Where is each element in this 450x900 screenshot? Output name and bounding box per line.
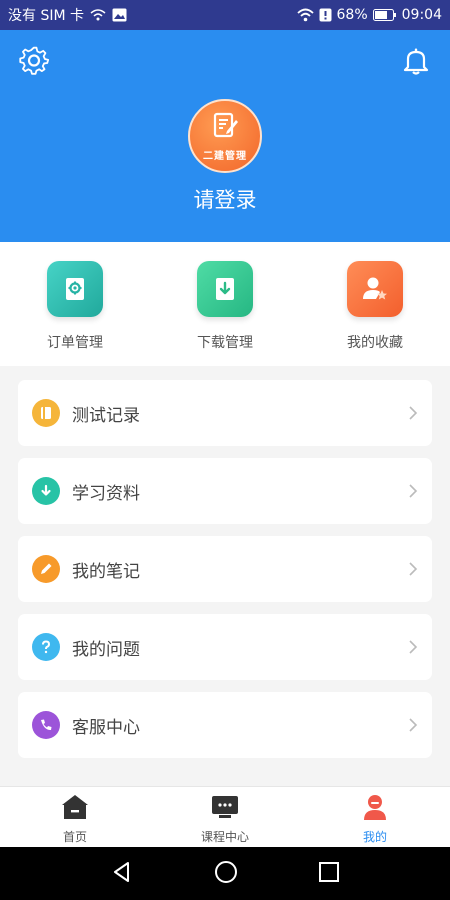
home-icon <box>60 793 90 825</box>
profile-icon <box>360 793 390 825</box>
download-management-button[interactable]: 下载管理 <box>150 242 300 366</box>
battery-percent: 68% <box>336 7 368 23</box>
phone-icon <box>32 711 60 739</box>
tab-course-center[interactable]: 课程中心 <box>150 787 300 847</box>
download-icon <box>197 261 253 317</box>
download-management-label: 下载管理 <box>197 335 253 351</box>
tab-home[interactable]: 首页 <box>0 787 150 847</box>
menu-label: 客服中心 <box>72 717 140 738</box>
order-management-label: 订单管理 <box>47 335 103 351</box>
notification-button[interactable] <box>399 46 433 80</box>
recents-icon[interactable] <box>318 861 340 887</box>
quick-actions: 订单管理 下载管理 我的收藏 <box>0 242 450 366</box>
menu-study-materials[interactable]: 学习资料 <box>18 458 432 524</box>
pencil-icon <box>32 555 60 583</box>
wifi-off-icon <box>90 8 106 22</box>
app-logo-icon <box>210 111 240 145</box>
clock: 09:04 <box>401 7 442 23</box>
bottom-tab-bar: 首页 课程中心 我的 <box>0 786 450 847</box>
tab-home-label: 首页 <box>62 830 87 844</box>
status-bar: 没有 SIM 卡 68% 09:04 <box>0 0 450 30</box>
my-favorites-label: 我的收藏 <box>347 335 403 351</box>
chevron-right-icon <box>408 405 418 421</box>
profile-header: 二建管理 请登录 <box>0 30 450 242</box>
settings-button[interactable] <box>17 46 51 80</box>
bell-icon <box>401 46 431 80</box>
home-circle-icon[interactable] <box>214 860 238 888</box>
chevron-right-icon <box>408 561 418 577</box>
tab-course-center-label: 课程中心 <box>200 830 249 844</box>
chevron-right-icon <box>408 717 418 733</box>
menu-test-records[interactable]: 测试记录 <box>18 380 432 446</box>
question-icon <box>32 633 60 661</box>
favorite-user-icon <box>347 261 403 317</box>
order-icon <box>47 261 103 317</box>
order-management-button[interactable]: 订单管理 <box>0 242 150 366</box>
carrier-text: 没有 SIM 卡 <box>8 8 84 24</box>
menu-label: 测试记录 <box>72 405 140 426</box>
login-link[interactable]: 请登录 <box>0 184 450 214</box>
menu-customer-service[interactable]: 客服中心 <box>18 692 432 758</box>
my-favorites-button[interactable]: 我的收藏 <box>300 242 450 366</box>
wifi-icon <box>296 8 314 22</box>
menu-my-questions[interactable]: 我的问题 <box>18 614 432 680</box>
avatar-logo-text: 二建管理 <box>203 150 247 162</box>
back-icon[interactable] <box>110 860 134 888</box>
chevron-right-icon <box>408 483 418 499</box>
course-icon <box>210 793 240 825</box>
image-icon <box>112 8 127 22</box>
battery-icon <box>372 9 397 21</box>
menu-my-notes[interactable]: 我的笔记 <box>18 536 432 602</box>
menu-label: 我的问题 <box>72 639 140 660</box>
notebook-icon <box>32 399 60 427</box>
avatar[interactable]: 二建管理 <box>188 99 262 173</box>
menu-label: 学习资料 <box>72 483 140 504</box>
download-circle-icon <box>32 477 60 505</box>
system-nav-bar <box>0 847 450 900</box>
menu-label: 我的笔记 <box>72 561 140 582</box>
gear-icon <box>18 45 50 81</box>
alert-icon <box>319 8 332 22</box>
tab-mine[interactable]: 我的 <box>300 787 450 847</box>
tab-mine-label: 我的 <box>362 830 387 844</box>
chevron-right-icon <box>408 639 418 655</box>
